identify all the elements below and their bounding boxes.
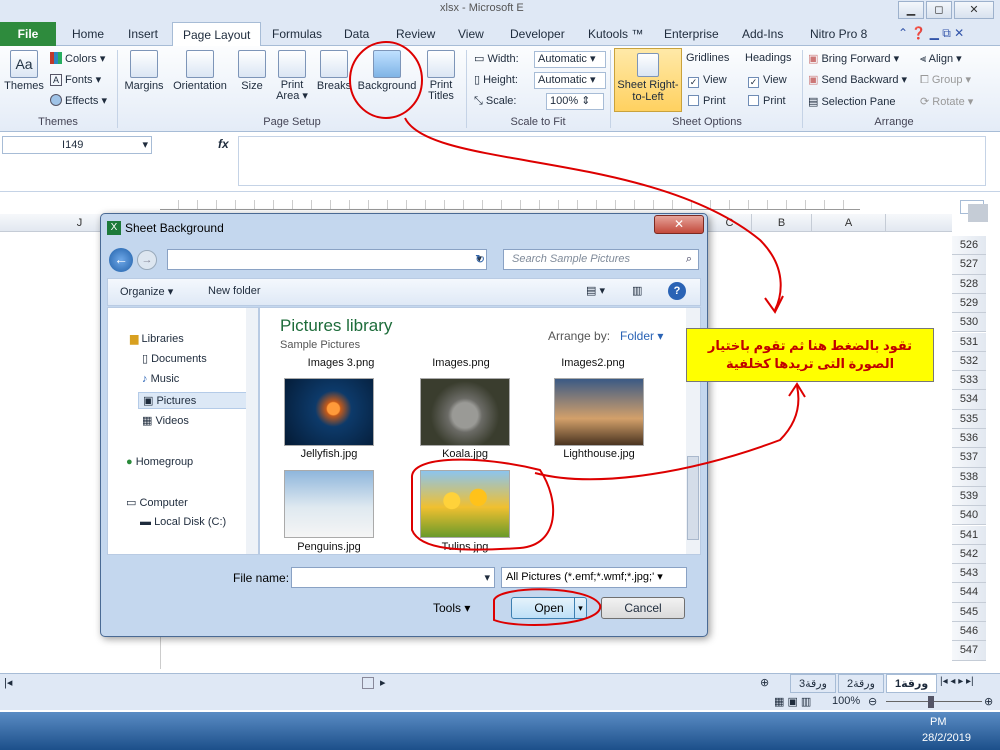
clock-date: 28/2/2019 — [922, 732, 971, 744]
arrow-from-tulips — [534, 385, 800, 481]
status-bar: ▦ ▣ ▥ 100% ⊖ ⊕ — [0, 693, 1000, 710]
arrow-to-note — [404, 117, 782, 311]
zoom-in-icon[interactable]: ⊕ — [984, 695, 993, 708]
tab-nav-icons[interactable]: |◂ ◂ ▸ ▸| — [940, 676, 974, 687]
zoom-thumb[interactable] — [928, 696, 934, 708]
background-circle — [349, 41, 423, 119]
scroll-left-icon[interactable]: |◂ — [4, 676, 12, 689]
tulips-circle — [410, 458, 555, 551]
zoom-out-icon[interactable]: ⊖ — [868, 695, 877, 708]
taskbar: PM 28/2/2019 — [0, 712, 1000, 750]
arrowhead-1 — [764, 295, 784, 314]
clock-time: PM — [930, 716, 947, 728]
annotation-note: تقود بالضغط هنا ثم تقوم باختيار الصورة ا… — [686, 328, 934, 382]
sheet-tab-3[interactable]: ورقة3 — [790, 674, 836, 693]
sheet-tabs: |◂ ▸ ⊕ ورقة3 ورقة2 ورقة1 |◂ ◂ ▸ ▸| — [0, 673, 1000, 693]
view-buttons-icon[interactable]: ▦ ▣ ▥ — [774, 695, 811, 708]
open-circle — [493, 588, 602, 626]
sheet-tab-1[interactable]: ورقة1 — [886, 674, 938, 693]
zoom-slider[interactable] — [886, 701, 982, 702]
hscroll-thumb[interactable] — [362, 677, 374, 689]
insert-sheet-icon[interactable]: ⊕ — [760, 676, 769, 689]
zoom-level: 100% — [832, 695, 861, 707]
sheet-tab-2[interactable]: ورقة2 — [838, 674, 884, 693]
hscroll-right-icon[interactable]: ▸ — [380, 676, 386, 689]
